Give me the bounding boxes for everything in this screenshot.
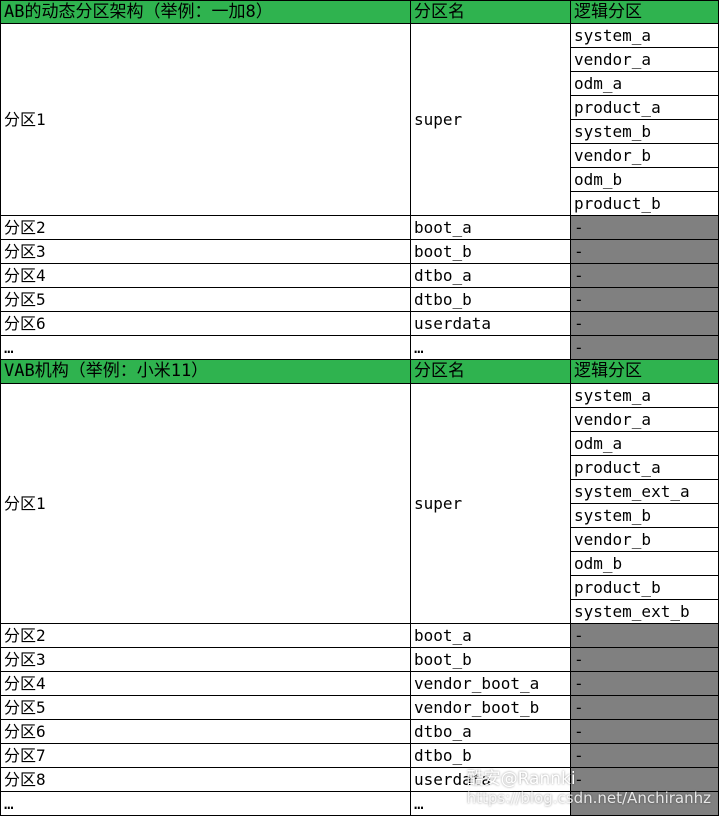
partition-name: dtbo_b [411, 288, 571, 312]
logical-partition-empty: - [571, 312, 719, 336]
logical-partition-empty: - [571, 672, 719, 696]
section-header-title: AB的动态分区架构（举例：一加8） [0, 0, 411, 24]
logical-partition: system_a [571, 384, 719, 408]
logical-partition: odm_b [571, 168, 719, 192]
section-header-logical: 逻辑分区 [571, 360, 719, 384]
partition-number: … [0, 792, 411, 816]
logical-partition: system_ext_b [571, 600, 719, 624]
partition-name: boot_b [411, 240, 571, 264]
logical-partition: odm_a [571, 432, 719, 456]
logical-partition: system_b [571, 504, 719, 528]
partition-number: 分区8 [0, 768, 411, 792]
watermark-url: https://blog.csdn.net/Anchiranhz [466, 789, 711, 807]
partition-number: 分区5 [0, 288, 411, 312]
logical-partition-empty: - [571, 240, 719, 264]
partition-number: 分区3 [0, 240, 411, 264]
logical-partition: system_a [571, 24, 719, 48]
logical-partition: vendor_a [571, 408, 719, 432]
logical-partition: product_b [571, 192, 719, 216]
logical-partition-empty: - [571, 648, 719, 672]
logical-partition-empty: - [571, 264, 719, 288]
logical-partition: product_b [571, 576, 719, 600]
partition-number: 分区5 [0, 696, 411, 720]
logical-partition-empty: - [571, 720, 719, 744]
logical-partition: vendor_b [571, 144, 719, 168]
watermark-brand: 酷安@Rannki [466, 769, 576, 789]
partition-number: 分区1 [0, 384, 411, 624]
section-header-partition-name: 分区名 [411, 360, 571, 384]
partition-name: vendor_boot_b [411, 696, 571, 720]
partition-name: super [411, 384, 571, 624]
partition-name: boot_a [411, 216, 571, 240]
partition-name: boot_a [411, 624, 571, 648]
partition-name: userdata [411, 312, 571, 336]
logical-partition-empty: - [571, 696, 719, 720]
partition-name: … [411, 336, 571, 360]
partition-number: 分区2 [0, 624, 411, 648]
logical-partition: odm_a [571, 72, 719, 96]
partition-number: 分区4 [0, 264, 411, 288]
logical-partition-empty: - [571, 336, 719, 360]
partition-name: dtbo_a [411, 264, 571, 288]
logical-partition: product_a [571, 456, 719, 480]
partition-number: 分区1 [0, 24, 411, 216]
logical-partition-empty: - [571, 216, 719, 240]
partition-number: 分区4 [0, 672, 411, 696]
logical-partition: vendor_a [571, 48, 719, 72]
logical-partition-empty: - [571, 288, 719, 312]
partition-number: 分区7 [0, 744, 411, 768]
logical-partition: system_ext_a [571, 480, 719, 504]
partition-number: 分区3 [0, 648, 411, 672]
section-header-partition-name: 分区名 [411, 0, 571, 24]
partition-name: dtbo_a [411, 720, 571, 744]
partition-number: 分区6 [0, 720, 411, 744]
watermark: 酷安@Rannki https://blog.csdn.net/Anchiran… [467, 764, 711, 807]
logical-partition: odm_b [571, 552, 719, 576]
partition-table: AB的动态分区架构（举例：一加8） 分区名 逻辑分区 分区1 super system_a… [0, 0, 719, 816]
logical-partition: vendor_b [571, 528, 719, 552]
partition-name: boot_b [411, 648, 571, 672]
partition-name: super [411, 24, 571, 216]
partition-number: 分区2 [0, 216, 411, 240]
partition-name: vendor_boot_a [411, 672, 571, 696]
section-header-title: VAB机构（举例：小米11） [0, 360, 411, 384]
logical-partition: system_b [571, 120, 719, 144]
logical-partition: product_a [571, 96, 719, 120]
partition-number: 分区6 [0, 312, 411, 336]
section-header-logical: 逻辑分区 [571, 0, 719, 24]
partition-number: … [0, 336, 411, 360]
logical-partition-empty: - [571, 624, 719, 648]
